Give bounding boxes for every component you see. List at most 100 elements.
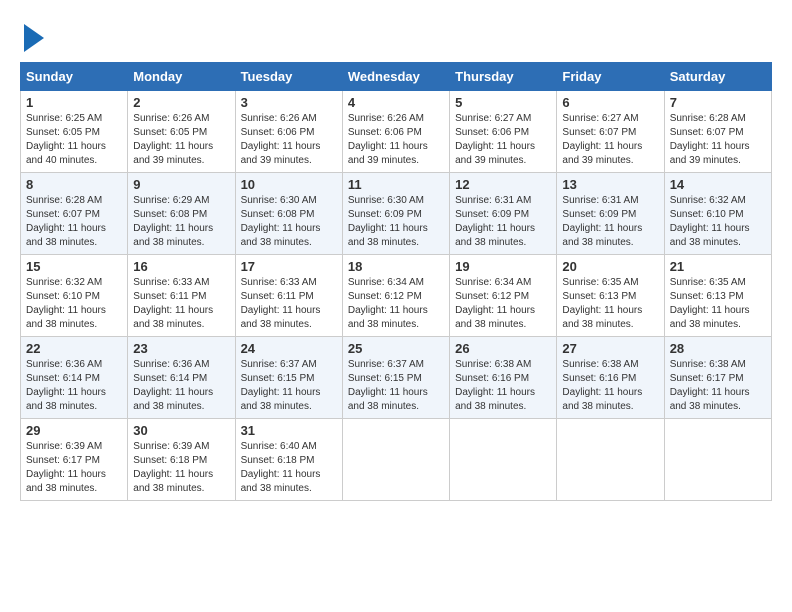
calendar-cell: 26 Sunrise: 6:38 AMSunset: 6:16 PMDaylig… xyxy=(450,337,557,419)
day-number: 23 xyxy=(133,341,229,356)
day-info: Sunrise: 6:39 AMSunset: 6:18 PMDaylight:… xyxy=(133,441,213,494)
day-number: 7 xyxy=(670,95,766,110)
day-info: Sunrise: 6:33 AMSunset: 6:11 PMDaylight:… xyxy=(241,277,321,330)
day-header-saturday: Saturday xyxy=(664,63,771,91)
calendar-cell: 20 Sunrise: 6:35 AMSunset: 6:13 PMDaylig… xyxy=(557,255,664,337)
logo-arrow-icon xyxy=(24,24,44,52)
calendar-cell: 23 Sunrise: 6:36 AMSunset: 6:14 PMDaylig… xyxy=(128,337,235,419)
calendar-cell: 21 Sunrise: 6:35 AMSunset: 6:13 PMDaylig… xyxy=(664,255,771,337)
day-info: Sunrise: 6:36 AMSunset: 6:14 PMDaylight:… xyxy=(133,359,213,412)
day-number: 21 xyxy=(670,259,766,274)
day-info: Sunrise: 6:30 AMSunset: 6:09 PMDaylight:… xyxy=(348,195,428,248)
day-number: 8 xyxy=(26,177,122,192)
calendar-cell: 13 Sunrise: 6:31 AMSunset: 6:09 PMDaylig… xyxy=(557,173,664,255)
day-number: 1 xyxy=(26,95,122,110)
logo xyxy=(20,20,44,52)
day-info: Sunrise: 6:38 AMSunset: 6:16 PMDaylight:… xyxy=(562,359,642,412)
calendar-cell: 3 Sunrise: 6:26 AMSunset: 6:06 PMDayligh… xyxy=(235,91,342,173)
calendar-week-row: 29 Sunrise: 6:39 AMSunset: 6:17 PMDaylig… xyxy=(21,419,772,501)
day-number: 22 xyxy=(26,341,122,356)
calendar-week-row: 15 Sunrise: 6:32 AMSunset: 6:10 PMDaylig… xyxy=(21,255,772,337)
day-header-thursday: Thursday xyxy=(450,63,557,91)
day-info: Sunrise: 6:31 AMSunset: 6:09 PMDaylight:… xyxy=(455,195,535,248)
calendar-header-row: SundayMondayTuesdayWednesdayThursdayFrid… xyxy=(21,63,772,91)
day-number: 6 xyxy=(562,95,658,110)
day-number: 3 xyxy=(241,95,337,110)
calendar-cell: 4 Sunrise: 6:26 AMSunset: 6:06 PMDayligh… xyxy=(342,91,449,173)
calendar-week-row: 22 Sunrise: 6:36 AMSunset: 6:14 PMDaylig… xyxy=(21,337,772,419)
calendar-cell: 1 Sunrise: 6:25 AMSunset: 6:05 PMDayligh… xyxy=(21,91,128,173)
day-info: Sunrise: 6:30 AMSunset: 6:08 PMDaylight:… xyxy=(241,195,321,248)
calendar-cell xyxy=(450,419,557,501)
calendar-cell: 22 Sunrise: 6:36 AMSunset: 6:14 PMDaylig… xyxy=(21,337,128,419)
calendar-cell: 9 Sunrise: 6:29 AMSunset: 6:08 PMDayligh… xyxy=(128,173,235,255)
day-number: 13 xyxy=(562,177,658,192)
calendar-cell: 18 Sunrise: 6:34 AMSunset: 6:12 PMDaylig… xyxy=(342,255,449,337)
day-number: 29 xyxy=(26,423,122,438)
day-header-friday: Friday xyxy=(557,63,664,91)
day-number: 25 xyxy=(348,341,444,356)
day-number: 27 xyxy=(562,341,658,356)
day-info: Sunrise: 6:34 AMSunset: 6:12 PMDaylight:… xyxy=(455,277,535,330)
day-number: 17 xyxy=(241,259,337,274)
calendar-cell: 8 Sunrise: 6:28 AMSunset: 6:07 PMDayligh… xyxy=(21,173,128,255)
day-info: Sunrise: 6:31 AMSunset: 6:09 PMDaylight:… xyxy=(562,195,642,248)
day-number: 5 xyxy=(455,95,551,110)
calendar-cell: 27 Sunrise: 6:38 AMSunset: 6:16 PMDaylig… xyxy=(557,337,664,419)
calendar-cell: 15 Sunrise: 6:32 AMSunset: 6:10 PMDaylig… xyxy=(21,255,128,337)
day-info: Sunrise: 6:26 AMSunset: 6:05 PMDaylight:… xyxy=(133,113,213,166)
day-info: Sunrise: 6:36 AMSunset: 6:14 PMDaylight:… xyxy=(26,359,106,412)
page-header xyxy=(20,20,772,52)
calendar-cell: 31 Sunrise: 6:40 AMSunset: 6:18 PMDaylig… xyxy=(235,419,342,501)
calendar-cell: 30 Sunrise: 6:39 AMSunset: 6:18 PMDaylig… xyxy=(128,419,235,501)
day-info: Sunrise: 6:28 AMSunset: 6:07 PMDaylight:… xyxy=(26,195,106,248)
calendar-cell: 29 Sunrise: 6:39 AMSunset: 6:17 PMDaylig… xyxy=(21,419,128,501)
calendar-cell: 17 Sunrise: 6:33 AMSunset: 6:11 PMDaylig… xyxy=(235,255,342,337)
day-info: Sunrise: 6:34 AMSunset: 6:12 PMDaylight:… xyxy=(348,277,428,330)
day-info: Sunrise: 6:26 AMSunset: 6:06 PMDaylight:… xyxy=(241,113,321,166)
day-info: Sunrise: 6:26 AMSunset: 6:06 PMDaylight:… xyxy=(348,113,428,166)
day-number: 24 xyxy=(241,341,337,356)
day-header-tuesday: Tuesday xyxy=(235,63,342,91)
day-number: 14 xyxy=(670,177,766,192)
day-info: Sunrise: 6:28 AMSunset: 6:07 PMDaylight:… xyxy=(670,113,750,166)
day-info: Sunrise: 6:32 AMSunset: 6:10 PMDaylight:… xyxy=(26,277,106,330)
day-info: Sunrise: 6:38 AMSunset: 6:17 PMDaylight:… xyxy=(670,359,750,412)
calendar-cell: 5 Sunrise: 6:27 AMSunset: 6:06 PMDayligh… xyxy=(450,91,557,173)
day-number: 28 xyxy=(670,341,766,356)
calendar-cell: 28 Sunrise: 6:38 AMSunset: 6:17 PMDaylig… xyxy=(664,337,771,419)
day-number: 31 xyxy=(241,423,337,438)
calendar-cell: 14 Sunrise: 6:32 AMSunset: 6:10 PMDaylig… xyxy=(664,173,771,255)
day-number: 2 xyxy=(133,95,229,110)
calendar-table: SundayMondayTuesdayWednesdayThursdayFrid… xyxy=(20,62,772,501)
day-info: Sunrise: 6:27 AMSunset: 6:07 PMDaylight:… xyxy=(562,113,642,166)
day-info: Sunrise: 6:39 AMSunset: 6:17 PMDaylight:… xyxy=(26,441,106,494)
calendar-cell xyxy=(557,419,664,501)
day-header-sunday: Sunday xyxy=(21,63,128,91)
day-number: 10 xyxy=(241,177,337,192)
day-header-monday: Monday xyxy=(128,63,235,91)
day-number: 12 xyxy=(455,177,551,192)
day-info: Sunrise: 6:27 AMSunset: 6:06 PMDaylight:… xyxy=(455,113,535,166)
calendar-cell: 7 Sunrise: 6:28 AMSunset: 6:07 PMDayligh… xyxy=(664,91,771,173)
day-number: 9 xyxy=(133,177,229,192)
calendar-cell: 25 Sunrise: 6:37 AMSunset: 6:15 PMDaylig… xyxy=(342,337,449,419)
calendar-week-row: 1 Sunrise: 6:25 AMSunset: 6:05 PMDayligh… xyxy=(21,91,772,173)
calendar-cell: 2 Sunrise: 6:26 AMSunset: 6:05 PMDayligh… xyxy=(128,91,235,173)
calendar-cell: 11 Sunrise: 6:30 AMSunset: 6:09 PMDaylig… xyxy=(342,173,449,255)
calendar-cell: 6 Sunrise: 6:27 AMSunset: 6:07 PMDayligh… xyxy=(557,91,664,173)
calendar-cell: 10 Sunrise: 6:30 AMSunset: 6:08 PMDaylig… xyxy=(235,173,342,255)
day-info: Sunrise: 6:38 AMSunset: 6:16 PMDaylight:… xyxy=(455,359,535,412)
day-number: 11 xyxy=(348,177,444,192)
day-number: 26 xyxy=(455,341,551,356)
day-number: 20 xyxy=(562,259,658,274)
calendar-cell: 19 Sunrise: 6:34 AMSunset: 6:12 PMDaylig… xyxy=(450,255,557,337)
day-info: Sunrise: 6:33 AMSunset: 6:11 PMDaylight:… xyxy=(133,277,213,330)
day-number: 15 xyxy=(26,259,122,274)
day-number: 18 xyxy=(348,259,444,274)
day-number: 19 xyxy=(455,259,551,274)
calendar-cell: 12 Sunrise: 6:31 AMSunset: 6:09 PMDaylig… xyxy=(450,173,557,255)
day-info: Sunrise: 6:29 AMSunset: 6:08 PMDaylight:… xyxy=(133,195,213,248)
calendar-week-row: 8 Sunrise: 6:28 AMSunset: 6:07 PMDayligh… xyxy=(21,173,772,255)
calendar-cell xyxy=(664,419,771,501)
